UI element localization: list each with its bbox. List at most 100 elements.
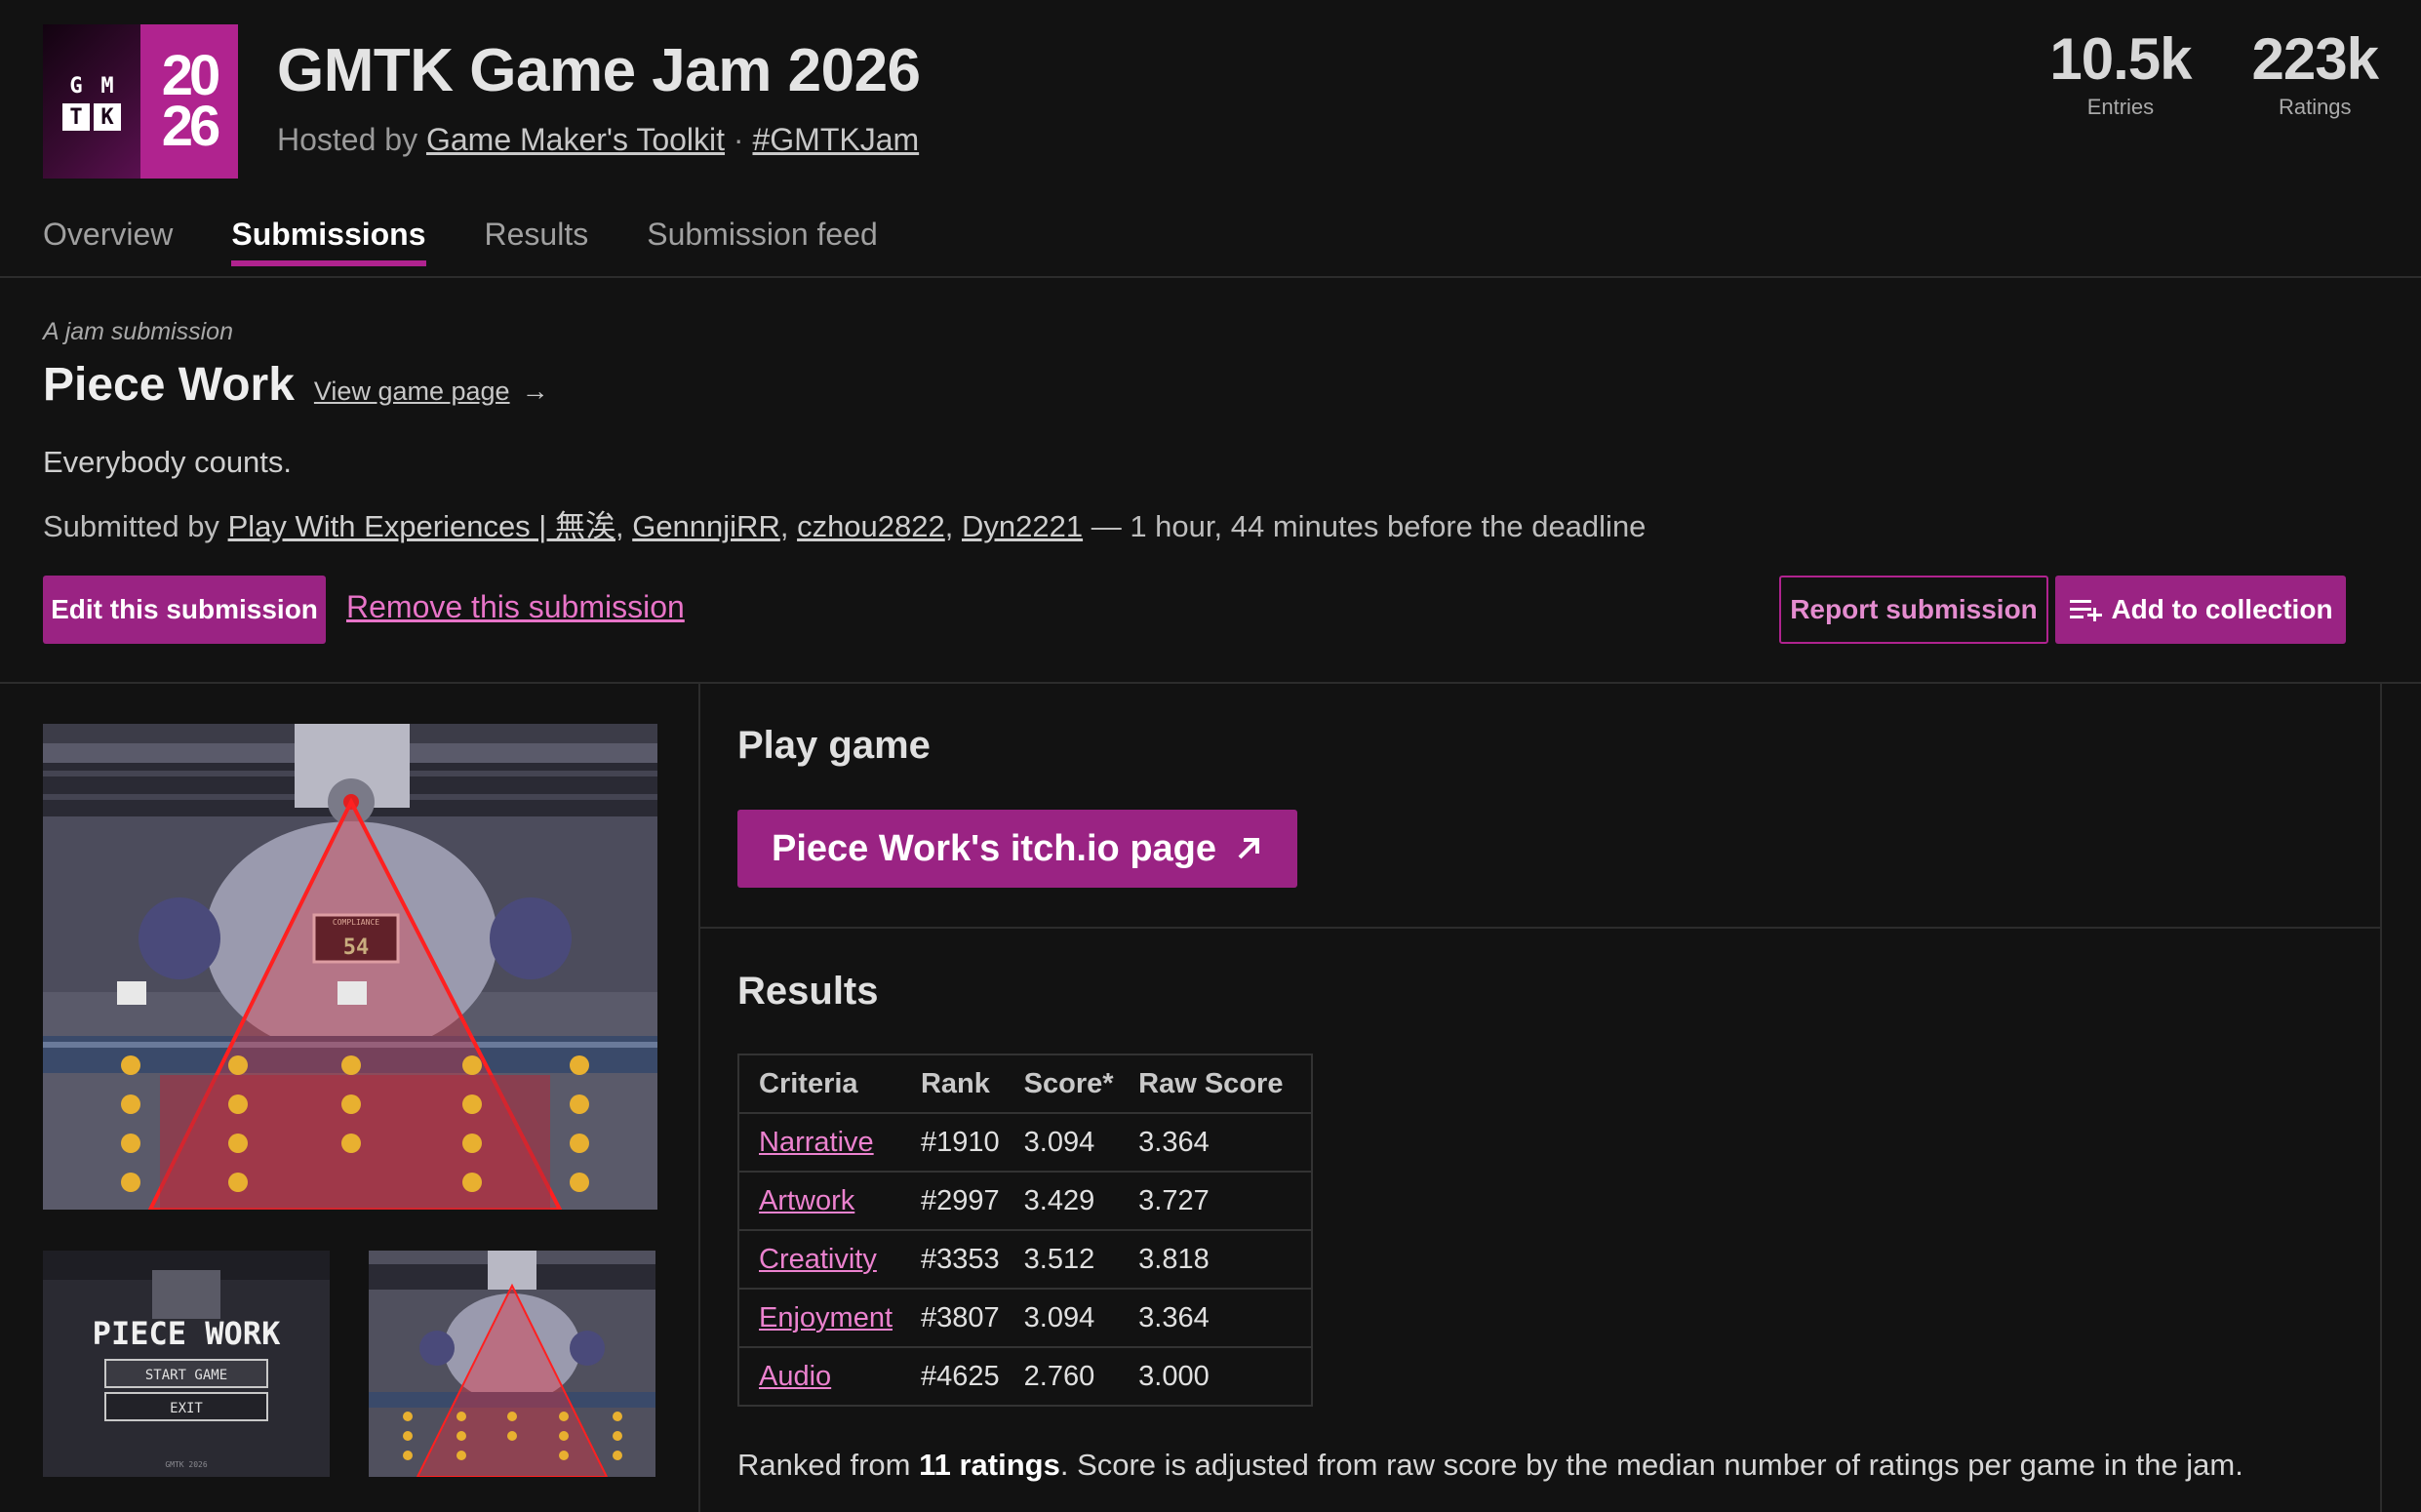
hosted-separator: · xyxy=(733,122,744,157)
raw-score-cell: 3.727 xyxy=(1138,1171,1313,1231)
thumb-start-text: START GAME xyxy=(145,1368,227,1383)
raw-score-cell: 3.000 xyxy=(1138,1346,1313,1407)
raw-score-cell: 3.818 xyxy=(1138,1229,1313,1290)
thumb-title-text: PIECE WORK xyxy=(93,1315,281,1352)
gameplay-thumb-image xyxy=(369,1251,655,1477)
score-cell: 2.760 xyxy=(1023,1346,1139,1407)
panel-edge xyxy=(2380,683,2382,1512)
raw-score-cell: 3.364 xyxy=(1138,1112,1313,1173)
author-link[interactable]: GennnjiRR xyxy=(632,509,780,543)
submitted-prefix: Submitted by xyxy=(43,509,219,543)
criteria-link[interactable]: Creativity xyxy=(759,1244,877,1275)
edit-submission-button[interactable]: Edit this submission xyxy=(43,576,326,644)
thumb-footer-text: GMTK 2026 xyxy=(165,1460,208,1469)
logo-letter: K xyxy=(94,103,121,131)
game-scene-image: COMPLIANCE 54 xyxy=(43,724,657,1210)
jam-stats: 10.5k Entries 223k Ratings xyxy=(2049,24,2379,120)
table-row: Enjoyment #3807 3.094 3.364 xyxy=(737,1288,1313,1348)
criteria-link[interactable]: Enjoyment xyxy=(759,1302,893,1333)
criteria-link[interactable]: Artwork xyxy=(759,1185,854,1216)
ranking-note: Ranked from 11 ratings. Score is adjuste… xyxy=(737,1448,2243,1483)
column-header: Raw Score xyxy=(1138,1054,1313,1114)
column-header: Score* xyxy=(1023,1054,1139,1114)
panel-divider xyxy=(698,683,700,1512)
score-cell: 3.094 xyxy=(1023,1112,1139,1173)
screenshot-main[interactable]: COMPLIANCE 54 xyxy=(43,724,657,1210)
ratings-count: 11 ratings xyxy=(919,1448,1060,1482)
score-cell: 3.512 xyxy=(1023,1229,1139,1290)
view-game-page-link[interactable]: View game page xyxy=(314,377,510,407)
author-link[interactable]: Play With Experiences | 無涘 xyxy=(228,509,615,543)
submitted-by: Submitted by Play With Experiences | 無涘,… xyxy=(43,509,1647,543)
stat-value: 10.5k xyxy=(2049,26,2192,92)
rank-cell: #3807 xyxy=(920,1288,1024,1348)
report-submission-button[interactable]: Report submission xyxy=(1779,576,2048,644)
results-table: Criteria Rank Score* Raw Score Narrative… xyxy=(737,1054,1313,1407)
deadline-note: — 1 hour, 44 minutes before the deadline xyxy=(1091,509,1647,543)
table-row: Narrative #1910 3.094 3.364 xyxy=(737,1112,1313,1173)
table-row: Artwork #2997 3.429 3.727 xyxy=(737,1171,1313,1231)
hosted-prefix: Hosted by xyxy=(277,122,418,157)
playlist-add-icon xyxy=(2070,600,2103,621)
game-tagline: Everybody counts. xyxy=(43,445,293,479)
score-cell: 3.094 xyxy=(1023,1288,1139,1348)
add-collection-label: Add to collection xyxy=(2111,594,2333,624)
arrow-right-icon: → xyxy=(521,376,549,406)
hosted-by: Hosted by Game Maker's Toolkit · #GMTKJa… xyxy=(277,122,919,158)
game-title: Piece Work xyxy=(43,359,295,411)
rank-cell: #2997 xyxy=(920,1171,1024,1231)
jam-logo[interactable]: G M T K 20 26 xyxy=(43,24,238,179)
tabs-divider xyxy=(0,276,2421,278)
arrow-up-right-icon xyxy=(1238,838,1260,859)
stat-label: Ratings xyxy=(2278,95,2352,119)
action-row: Edit this submission Remove this submiss… xyxy=(43,576,2378,644)
table-row: Creativity #3353 3.512 3.818 xyxy=(737,1229,1313,1290)
stat-ratings[interactable]: 223k Ratings xyxy=(2251,24,2379,120)
tab-submissions[interactable]: Submissions xyxy=(231,217,426,266)
title-screen-image: PIECE WORK START GAME EXIT GMTK 2026 xyxy=(43,1251,330,1477)
remove-submission-link[interactable]: Remove this submission xyxy=(346,589,685,625)
screenshot-thumbnail-gameplay[interactable] xyxy=(369,1251,655,1477)
panel-section-divider xyxy=(698,927,2380,929)
logo-letter: T xyxy=(62,103,90,131)
rank-cell: #4625 xyxy=(920,1346,1024,1407)
logo-letters: G M T K xyxy=(43,24,140,179)
author-link[interactable]: czhou2822 xyxy=(797,509,945,543)
screenshot-thumbnail-title[interactable]: PIECE WORK START GAME EXIT GMTK 2026 xyxy=(43,1251,330,1477)
table-header-row: Criteria Rank Score* Raw Score xyxy=(737,1054,1313,1114)
logo-year: 20 26 xyxy=(140,24,238,179)
host-link[interactable]: Game Maker's Toolkit xyxy=(426,122,725,157)
stat-entries[interactable]: 10.5k Entries xyxy=(2049,24,2192,120)
submission-subtitle: A jam submission xyxy=(43,318,233,345)
play-game-heading: Play game xyxy=(737,724,931,767)
stat-label: Entries xyxy=(2086,95,2155,119)
add-to-collection-button[interactable]: Add to collection xyxy=(2055,576,2346,644)
tab-overview[interactable]: Overview xyxy=(43,217,173,266)
table-row: Audio #4625 2.760 3.000 xyxy=(737,1346,1313,1407)
rank-cell: #3353 xyxy=(920,1229,1024,1290)
raw-score-cell: 3.364 xyxy=(1138,1288,1313,1348)
rank-cell: #1910 xyxy=(920,1112,1024,1173)
score-cell: 3.429 xyxy=(1023,1171,1139,1231)
itch-page-label: Piece Work's itch.io page xyxy=(771,827,1217,869)
column-header: Rank xyxy=(920,1054,1024,1114)
author-link[interactable]: Dyn2221 xyxy=(962,509,1083,543)
results-heading: Results xyxy=(737,970,879,1013)
hashtag-link[interactable]: #GMTKJam xyxy=(752,122,919,157)
note-prefix: Ranked from xyxy=(737,1448,911,1482)
jam-tabs: Overview Submissions Results Submission … xyxy=(43,217,878,266)
criteria-link[interactable]: Audio xyxy=(759,1361,831,1392)
tab-submission-feed[interactable]: Submission feed xyxy=(647,217,878,266)
title-row: Piece Work View game page → xyxy=(43,358,2378,412)
logo-year-bottom: 26 xyxy=(161,95,220,158)
jam-title[interactable]: GMTK Game Jam 2026 xyxy=(277,36,921,105)
tab-results[interactable]: Results xyxy=(485,217,589,266)
logo-letter: M xyxy=(100,73,114,99)
itch-page-button[interactable]: Piece Work's itch.io page xyxy=(737,810,1297,888)
stat-value: 223k xyxy=(2251,26,2379,92)
jam-header: G M T K 20 26 GMTK Game Jam 2026 Hosted … xyxy=(43,24,2379,180)
section-divider xyxy=(0,682,2421,684)
criteria-link[interactable]: Narrative xyxy=(759,1127,874,1158)
column-header: Criteria xyxy=(737,1054,921,1114)
submission-info: A jam submission Piece Work View game pa… xyxy=(43,318,2378,545)
